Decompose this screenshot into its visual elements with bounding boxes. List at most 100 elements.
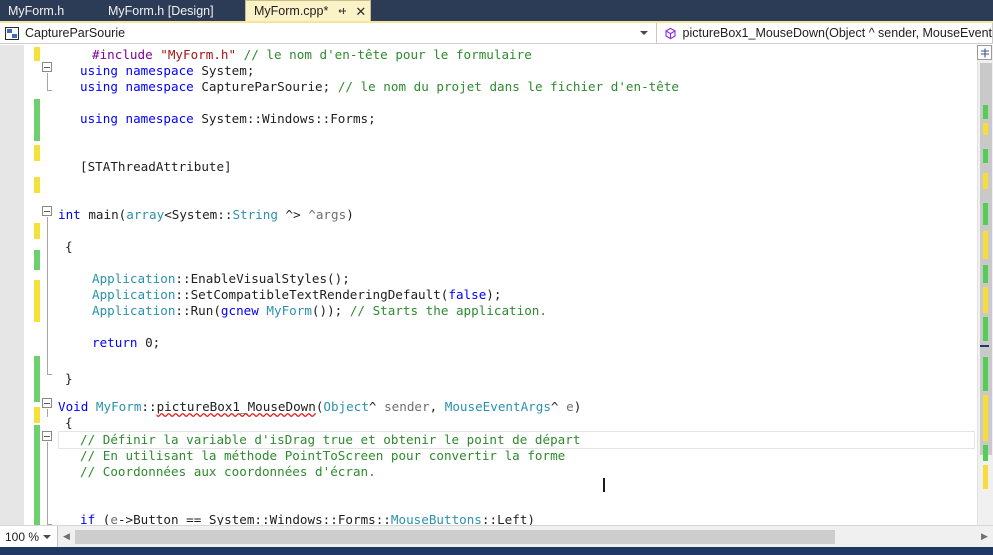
editor-tab-0[interactable]: MyForm.h bbox=[0, 0, 100, 21]
code-line[interactable]: Application::EnableVisualStyles(); bbox=[58, 271, 350, 287]
pin-icon[interactable] bbox=[337, 5, 348, 17]
code-line[interactable] bbox=[58, 480, 80, 496]
scrollbar-change-marker-green bbox=[983, 203, 988, 225]
code-token: false bbox=[448, 287, 487, 302]
code-token: ::Run( bbox=[175, 303, 221, 318]
scrollbar-collapse-icon[interactable] bbox=[977, 45, 992, 60]
code-token: MouseButtons bbox=[390, 512, 482, 525]
code-token: ^ bbox=[368, 399, 385, 414]
code-token: Application bbox=[92, 287, 176, 302]
member-dropdown[interactable]: pictureBox1_MouseDown(Object ^ sender, M… bbox=[656, 23, 993, 43]
code-line[interactable]: int main(array<System::String ^> ^args) bbox=[58, 207, 354, 223]
code-line[interactable]: #include "MyForm.h" // le nom d'en-tête … bbox=[58, 47, 532, 63]
code-line[interactable]: Application::Run(gcnew MyForm()); // Sta… bbox=[58, 303, 547, 319]
code-line[interactable]: // En utilisant la méthode PointToScreen… bbox=[58, 448, 565, 464]
code-token: // le nom du projet dans le fichier d'en… bbox=[337, 79, 680, 94]
scrollbar-caret-marker bbox=[980, 345, 989, 347]
code-token: System; bbox=[201, 63, 255, 78]
code-editor[interactable]: #include "MyForm.h" // le nom d'en-tête … bbox=[0, 45, 993, 525]
editor-tab-label: MyForm.h bbox=[8, 3, 65, 18]
selection-margin[interactable] bbox=[0, 45, 24, 525]
code-token: Application bbox=[92, 271, 176, 286]
editor-tab-strip: MyForm.h MyForm.h [Design] MyForm.cpp* ✕ bbox=[0, 0, 993, 21]
code-token: // Starts the application. bbox=[349, 303, 547, 318]
horizontal-scrollbar-thumb[interactable] bbox=[75, 529, 835, 544]
code-token: using namespace bbox=[80, 63, 202, 78]
type-dropdown[interactable]: CaptureParSourie bbox=[0, 23, 657, 43]
change-bar-yellow bbox=[34, 145, 40, 161]
code-token: // le nom d'en-tête pour le formulaire bbox=[243, 47, 532, 62]
editor-tab-label: MyForm.h [Design] bbox=[108, 3, 214, 18]
zoom-level-dropdown[interactable]: 100 % bbox=[0, 525, 58, 548]
code-line[interactable]: Void MyForm::pictureBox1_MouseDown(Objec… bbox=[58, 399, 581, 415]
code-line[interactable] bbox=[58, 175, 80, 191]
code-line[interactable] bbox=[58, 319, 92, 335]
code-line[interactable] bbox=[58, 496, 80, 512]
code-token: // Définir la variable d'isDrag true et … bbox=[80, 432, 581, 447]
outlining-guide-line bbox=[47, 73, 48, 91]
code-token: array bbox=[126, 207, 165, 222]
code-line[interactable]: { bbox=[58, 239, 73, 255]
code-line[interactable]: using namespace CaptureParSourie; // le … bbox=[58, 79, 679, 95]
outlining-guide-line bbox=[47, 409, 48, 417]
fold-toggle-0[interactable] bbox=[42, 62, 52, 72]
code-line[interactable] bbox=[58, 351, 92, 367]
code-line[interactable]: using namespace System; bbox=[58, 63, 254, 79]
code-line[interactable]: Application::SetCompatibleTextRenderingD… bbox=[58, 287, 501, 303]
code-token: if bbox=[80, 512, 103, 525]
fold-toggle-2[interactable] bbox=[42, 398, 52, 408]
status-bar bbox=[0, 547, 993, 555]
code-line[interactable] bbox=[58, 191, 80, 207]
code-text-area[interactable]: #include "MyForm.h" // le nom d'en-tête … bbox=[58, 45, 993, 525]
code-line[interactable] bbox=[58, 255, 65, 271]
code-line[interactable]: // Définir la variable d'isDrag true et … bbox=[58, 432, 580, 448]
code-line[interactable] bbox=[58, 127, 80, 143]
code-line[interactable]: // Coordonnées aux coordonnées d'écran. bbox=[58, 464, 376, 480]
vertical-scrollbar[interactable] bbox=[977, 45, 993, 525]
code-line[interactable] bbox=[58, 95, 80, 111]
code-token: { bbox=[65, 239, 73, 254]
scrollbar-change-marker-yellow bbox=[983, 287, 988, 313]
editor-tab-1[interactable]: MyForm.h [Design] bbox=[100, 0, 245, 21]
code-line[interactable]: if (e->Button == System::Windows::Forms:… bbox=[58, 512, 535, 525]
code-line[interactable]: { bbox=[58, 415, 73, 431]
code-token: #include bbox=[92, 47, 161, 62]
code-token: ^ bbox=[550, 399, 567, 414]
horizontal-scrollbar[interactable]: ◀ ▶ bbox=[58, 525, 993, 548]
fold-toggle-1[interactable] bbox=[42, 206, 52, 216]
editor-tab-2[interactable]: MyForm.cpp* ✕ bbox=[245, 0, 371, 21]
scrollbar-change-marker-yellow bbox=[983, 123, 988, 135]
code-line[interactable]: return 0; bbox=[58, 335, 160, 351]
code-token: } bbox=[65, 371, 73, 386]
code-token: 0; bbox=[145, 335, 161, 350]
code-line[interactable]: using namespace System::Windows::Forms; bbox=[58, 111, 376, 127]
arrow-left-icon[interactable]: ◀ bbox=[58, 526, 75, 548]
change-bar-green bbox=[34, 425, 40, 525]
code-token: ->Button == System::Windows::Forms:: bbox=[117, 512, 391, 525]
arrow-right-icon[interactable]: ▶ bbox=[976, 526, 993, 548]
chevron-down-icon[interactable] bbox=[43, 534, 51, 539]
code-line[interactable] bbox=[58, 143, 80, 159]
code-token: ^args bbox=[308, 207, 347, 222]
outlining-guide-line bbox=[47, 442, 48, 525]
code-token: MyForm bbox=[266, 303, 312, 318]
outlining-margin[interactable] bbox=[42, 45, 58, 525]
code-line[interactable]: [STAThreadAttribute] bbox=[58, 159, 232, 175]
scrollbar-change-marker-green bbox=[983, 149, 988, 163]
outlining-guide-elbow bbox=[47, 374, 52, 375]
change-bar-yellow bbox=[34, 47, 40, 61]
change-bar-yellow bbox=[34, 223, 40, 239]
change-bar-green bbox=[34, 356, 40, 402]
chevron-down-icon[interactable] bbox=[639, 31, 648, 35]
horizontal-scrollbar-track[interactable] bbox=[75, 529, 976, 544]
close-icon[interactable]: ✕ bbox=[355, 5, 366, 18]
code-token: [STAThreadAttribute] bbox=[80, 159, 232, 174]
code-token: main( bbox=[88, 207, 127, 222]
visual-studio-window: MyForm.h MyForm.h [Design] MyForm.cpp* ✕ Ca… bbox=[0, 0, 993, 555]
code-token: ::Left) bbox=[481, 512, 535, 525]
code-token: <System:: bbox=[164, 207, 233, 222]
code-token: e bbox=[566, 399, 574, 414]
code-line[interactable]: } bbox=[58, 371, 73, 387]
fold-toggle-3[interactable] bbox=[42, 431, 52, 441]
